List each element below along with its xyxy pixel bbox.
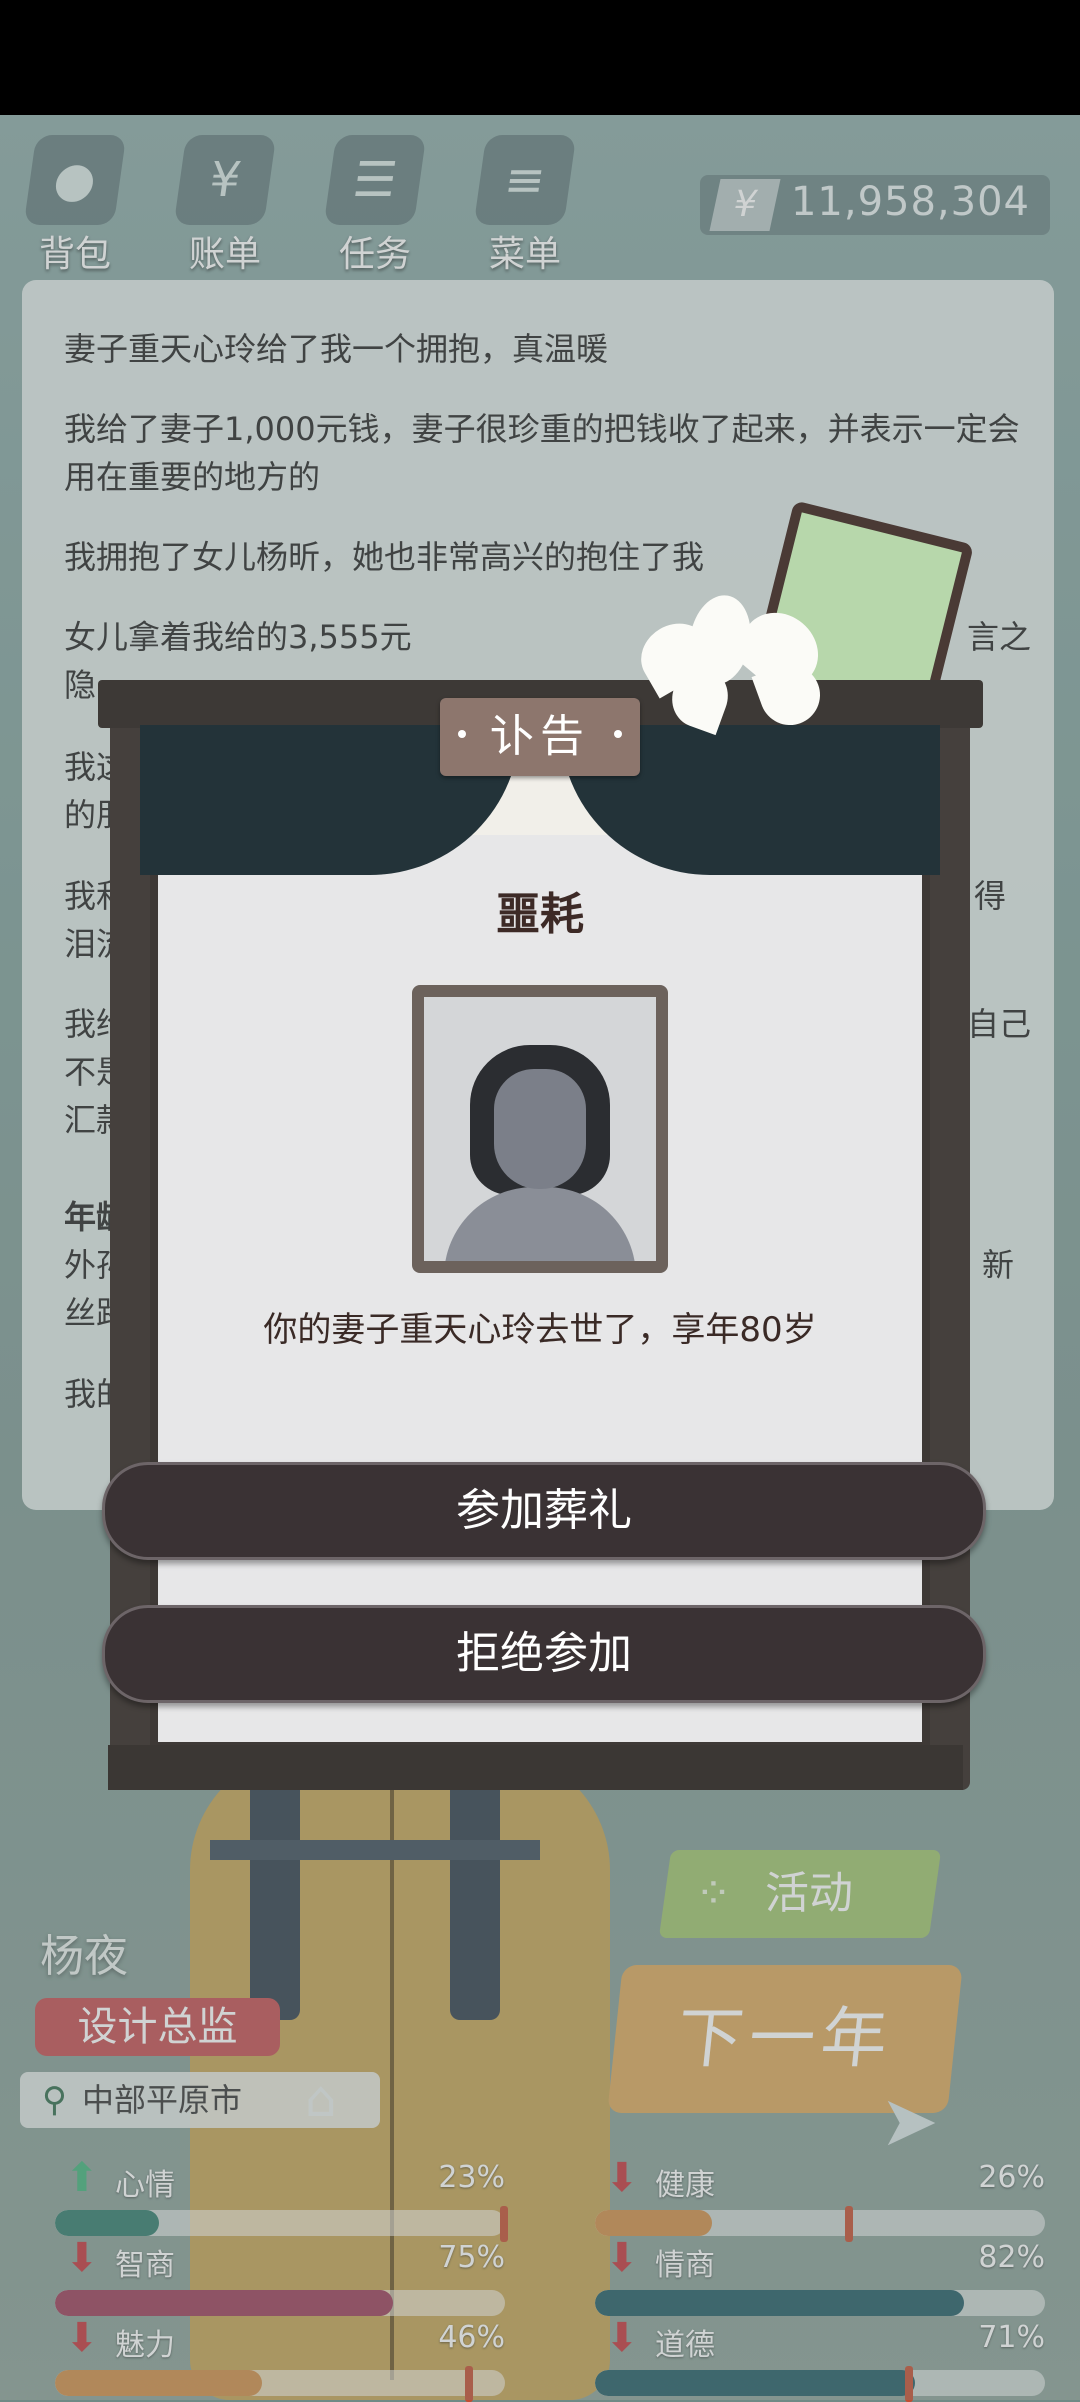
deceased-portrait (412, 985, 668, 1273)
attend-funeral-button[interactable]: 参加葬礼 (102, 1462, 986, 1560)
dialog-message: 你的妻子重天心玲去世了，享年80岁 (263, 1310, 817, 1350)
obituary-tag: 讣告 (440, 698, 640, 776)
lily-flower-icon (610, 585, 840, 736)
frame-bottom-bar (108, 1745, 963, 1790)
obituary-tag-label: 讣告 (490, 711, 590, 762)
decline-attend-button[interactable]: 拒绝参加 (102, 1605, 986, 1703)
dialog-title: 噩耗 (496, 889, 584, 940)
status-bar (0, 0, 1080, 115)
